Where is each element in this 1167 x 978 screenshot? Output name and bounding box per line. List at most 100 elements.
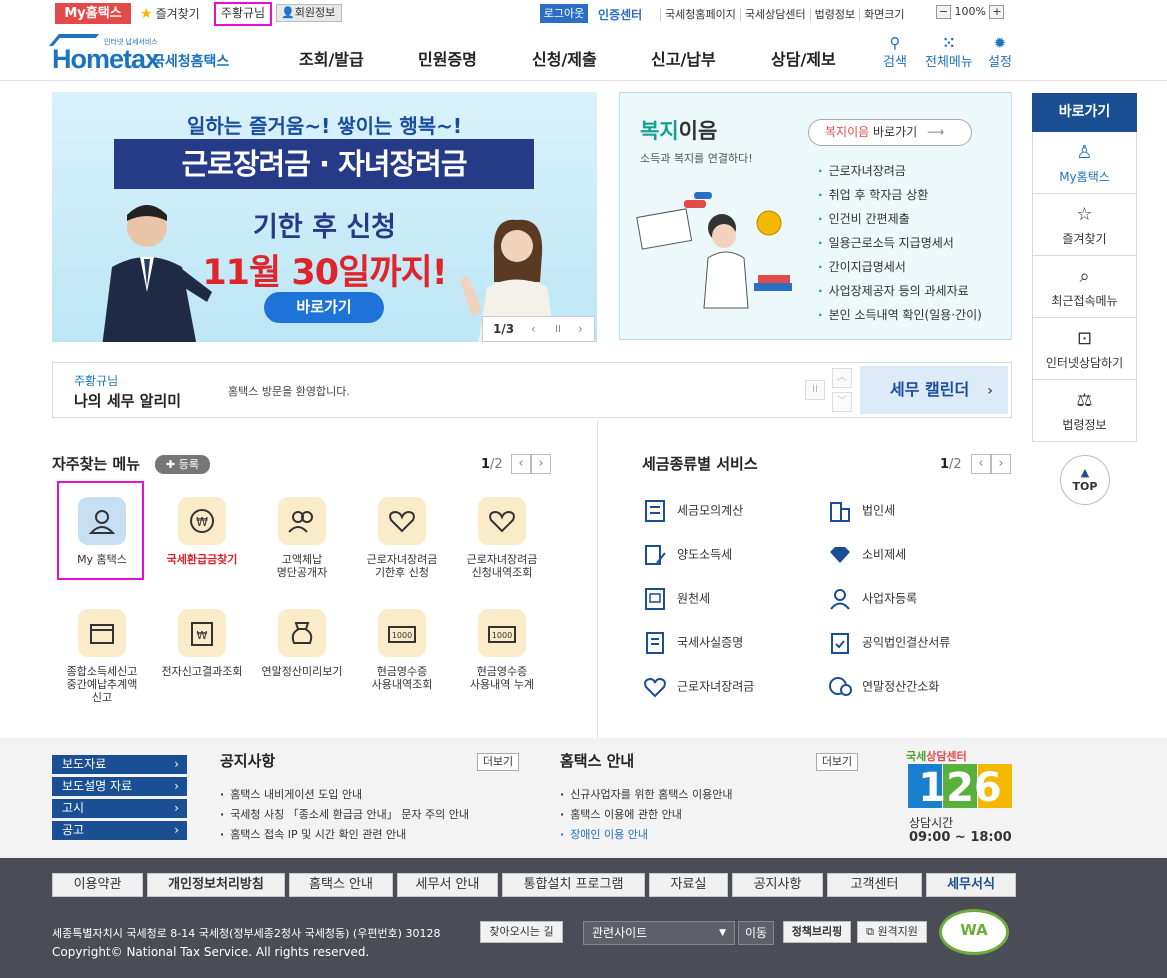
- footer-library-link[interactable]: 자료실: [649, 873, 728, 897]
- zoom-in-button[interactable]: +: [989, 5, 1005, 19]
- tax-earned-incentive[interactable]: 근로자녀장려금: [643, 675, 754, 699]
- guide-item[interactable]: 장애인 이용 안내: [560, 825, 732, 845]
- remote-support-button[interactable]: ⧉ 원격지원: [857, 921, 927, 943]
- freq-e-filing-result[interactable]: ₩ 전자신고결과조회: [152, 609, 252, 678]
- notifier-down-button[interactable]: ﹀: [832, 392, 852, 412]
- freq-label: 현금영수증 사용내역 누계: [469, 665, 535, 691]
- scroll-top-button[interactable]: ▲ TOP: [1060, 455, 1110, 505]
- banner-pause-button[interactable]: II: [555, 324, 561, 335]
- guide-more-button[interactable]: 더보기: [816, 753, 858, 771]
- welfare-item[interactable]: 간이지급명세서: [818, 255, 982, 279]
- freq-income-tax-interim[interactable]: 종합소득세신고 중간예납추계액 신고: [52, 609, 152, 704]
- menu-filing-payment[interactable]: 신고/납부: [651, 46, 716, 70]
- freq-year-end-preview[interactable]: 연말정산미리보기: [252, 609, 352, 678]
- plus-icon: ✚: [166, 458, 179, 471]
- freq-cash-receipt-history[interactable]: 1000 현금영수증 사용내역조회: [352, 609, 452, 691]
- welfare-item[interactable]: 본인 소득내역 확인(일용·간이): [818, 303, 982, 327]
- footer-notice-link[interactable]: 공지사항: [732, 873, 823, 897]
- menu-certificate[interactable]: 민원증명: [418, 46, 477, 70]
- footer-customer-center-link[interactable]: 고객센터: [827, 873, 922, 897]
- footer-hometax-guide-link[interactable]: 홈택스 안내: [289, 873, 393, 897]
- tax-corporate[interactable]: 법인세: [828, 499, 895, 523]
- search-button[interactable]: ⚲ 검색: [883, 35, 907, 70]
- press-release-link[interactable]: 보도자료: [52, 755, 187, 774]
- menu-inquiry-issue[interactable]: 조회/발급: [299, 46, 364, 70]
- tax-withholding[interactable]: 원천세: [643, 587, 710, 611]
- footer-install-link[interactable]: 통합설치 프로그램: [502, 873, 645, 897]
- related-sites-select[interactable]: 관련사이트: [583, 921, 735, 945]
- logout-button[interactable]: 로그아웃: [540, 4, 588, 23]
- counsel-number-126: 126: [908, 764, 1012, 808]
- quick-my-hometax[interactable]: ♙ My홈택스: [1032, 132, 1137, 194]
- banner-next-button[interactable]: ›: [578, 322, 583, 336]
- tax-counsel-link[interactable]: 국세상담센터: [739, 8, 810, 21]
- footer-tax-office-link[interactable]: 세무서 안내: [397, 873, 498, 897]
- freq-my-hometax[interactable]: My 홈택스: [52, 497, 152, 566]
- welfare-shortcut-button[interactable]: 복지이음 바로가기 ⟶: [808, 119, 972, 146]
- announcement-link[interactable]: 공고: [52, 821, 187, 840]
- member-info-button[interactable]: 👤회원정보: [276, 4, 342, 22]
- tax-fact-certificate[interactable]: 국세사실증명: [643, 631, 743, 655]
- zoom-out-button[interactable]: −: [936, 5, 951, 19]
- quick-recent-menu[interactable]: ⌕ 최근접속메뉴: [1032, 256, 1137, 318]
- notice-item[interactable]: 홈택스 접속 IP 및 시간 확인 관련 안내: [220, 825, 469, 845]
- menu-application[interactable]: 신청/제출: [532, 46, 597, 70]
- related-sites-go-button[interactable]: 이동: [738, 921, 774, 945]
- banner-go-button[interactable]: 바로가기: [264, 292, 384, 323]
- frequent-prev-button[interactable]: ‹: [511, 454, 531, 474]
- notifier-pause-button[interactable]: II: [805, 380, 825, 400]
- my-hometax-button[interactable]: My홈택스: [55, 3, 131, 24]
- notice-item[interactable]: 홈택스 내비게이션 도입 안내: [220, 785, 469, 805]
- footer-tax-forms-link[interactable]: 세무서식: [926, 873, 1016, 897]
- welfare-box: 복지이음 소득과 복지를 연결하다! 복지이음 바로가기 ⟶ 근로자녀장려금 취업…: [619, 92, 1012, 340]
- policy-briefing-button[interactable]: 정책브리핑: [783, 921, 851, 943]
- welfare-item[interactable]: 사업장제공자 등의 과세자료: [818, 279, 982, 303]
- footer-terms-link[interactable]: 이용약관: [52, 873, 143, 897]
- notifier-up-button[interactable]: ︿: [832, 368, 852, 388]
- freq-label: My 홈택스: [77, 553, 127, 566]
- tax-prev-button[interactable]: ‹: [971, 454, 991, 474]
- freq-cash-receipt-total[interactable]: 1000 현금영수증 사용내역 누계: [452, 609, 552, 691]
- tax-capital-gains[interactable]: 양도소득세: [643, 543, 732, 567]
- all-menu-button[interactable]: ⁙ 전체메뉴: [925, 35, 973, 70]
- frequent-register-button[interactable]: ✚ 등록: [155, 455, 210, 474]
- quick-favorites[interactable]: ☆ 즐겨찾기: [1032, 194, 1137, 256]
- won-refresh-icon: ₩: [178, 497, 226, 545]
- welfare-item[interactable]: 일용근로소득 지급명세서: [818, 231, 982, 255]
- freq-earned-incentive-late[interactable]: 근로자녀장려금 기한후 신청: [352, 497, 452, 579]
- tax-public-interest[interactable]: 공익법인결산서류: [828, 631, 950, 655]
- tax-calendar-button[interactable]: 세무 캘린더 ›: [860, 366, 1008, 414]
- quick-law-info[interactable]: ⚖ 법령정보: [1032, 380, 1137, 442]
- press-explanation-link[interactable]: 보도설명 자료: [52, 777, 187, 796]
- quick-online-counsel[interactable]: ⊡ 인터넷상담하기: [1032, 318, 1137, 380]
- notice-more-button[interactable]: 더보기: [477, 753, 519, 771]
- guide-item[interactable]: 홈택스 이용에 관한 안내: [560, 805, 732, 825]
- frequent-next-button[interactable]: ›: [531, 454, 551, 474]
- user-name[interactable]: 주황규님: [214, 2, 272, 26]
- tax-next-button[interactable]: ›: [991, 454, 1011, 474]
- freq-refund-search[interactable]: ₩ 국세환급금찾기: [152, 497, 252, 566]
- tax-year-end-simple[interactable]: 연말정산간소화: [828, 675, 939, 699]
- main-banner[interactable]: 일하는 즐거움~! 쌓이는 행복~! 근로장려금 · 자녀장려금 기한 후 신청…: [52, 92, 597, 342]
- tax-business-registration[interactable]: 사업자등록: [828, 587, 917, 611]
- nts-homepage-link[interactable]: 국세청홈페이지: [660, 8, 740, 21]
- favorites-link[interactable]: ★ 즐겨찾기: [140, 5, 200, 22]
- welfare-item[interactable]: 근로자녀장려금: [818, 159, 982, 183]
- freq-delinquent-list[interactable]: 고액체납 명단공개자: [252, 497, 352, 579]
- notification-link[interactable]: 고시: [52, 799, 187, 818]
- guide-item[interactable]: 신규사업자를 위한 홈택스 이용안내: [560, 785, 732, 805]
- notice-item[interactable]: 국세청 사칭 「종소세 환급금 안내」 문자 주의 안내: [220, 805, 469, 825]
- tax-simulation[interactable]: 세금모의계산: [643, 499, 743, 523]
- hometax-logo[interactable]: 인터넷 납세서비스 Hometax 국세청홈택스: [48, 34, 232, 74]
- welfare-item[interactable]: 인건비 간편제출: [818, 207, 982, 231]
- menu-counsel-report[interactable]: 상담/제보: [771, 46, 836, 70]
- settings-button[interactable]: ✹ 설정: [988, 35, 1012, 70]
- tax-consumption[interactable]: 소비제세: [828, 543, 906, 567]
- directions-button[interactable]: 찾아오시는 길: [480, 921, 563, 943]
- welfare-item[interactable]: 취업 후 학자금 상환: [818, 183, 982, 207]
- banner-prev-button[interactable]: ‹: [531, 322, 536, 336]
- footer-privacy-link[interactable]: 개인정보처리방침: [147, 873, 285, 897]
- freq-earned-incentive-status[interactable]: 근로자녀장려금 신청내역조회: [452, 497, 552, 579]
- cert-center-link[interactable]: 인증센터: [598, 6, 642, 23]
- law-info-link[interactable]: 법령정보: [809, 8, 860, 21]
